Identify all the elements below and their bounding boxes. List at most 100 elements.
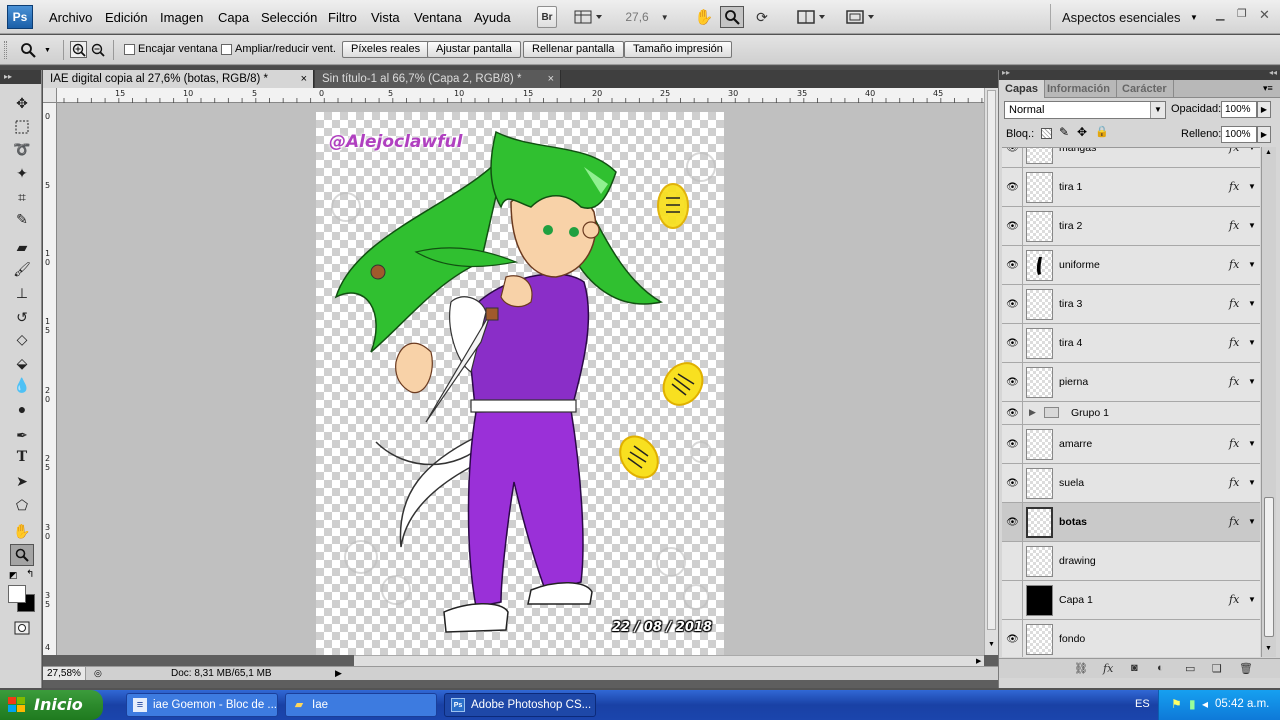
menu-imagen[interactable]: Imagen <box>160 10 203 25</box>
checkbox-box[interactable] <box>221 43 232 55</box>
layer-row[interactable]: 👁 tira 1 fx ▼ <box>1002 168 1260 207</box>
fx-icon[interactable]: fx <box>1229 476 1239 489</box>
history-brush-tool[interactable]: ↺ <box>10 306 34 328</box>
menu-edicion[interactable]: Edición <box>105 10 148 25</box>
trash-icon[interactable]: 🗑 <box>1239 662 1253 675</box>
chevron-down-icon[interactable]: ▼ <box>1248 148 1256 152</box>
fx-icon[interactable]: fx <box>1229 375 1239 388</box>
brush-tool[interactable]: 🖌 <box>10 258 34 280</box>
layer-row[interactable]: Capa 1 fx ▼ <box>1002 581 1260 620</box>
default-colors-icon[interactable]: ◩ <box>9 570 18 581</box>
restore-icon[interactable]: ❐ <box>1237 7 1247 20</box>
move-tool[interactable]: ✥ <box>10 92 34 114</box>
lock-pixels-brush-icon[interactable]: ✎ <box>1059 125 1069 139</box>
horizontal-ruler[interactable]: 15 10 5 0 5 10 15 20 25 30 35 40 45 <box>57 88 984 103</box>
taskbar-item-photoshop[interactable]: Ps Adobe Photoshop CS... <box>444 693 596 717</box>
fx-icon[interactable]: fx <box>1229 297 1239 310</box>
scroll-down-icon[interactable]: ▼ <box>988 641 995 648</box>
screen-mode-button[interactable] <box>842 6 878 28</box>
minimize-icon[interactable]: ▁ <box>1216 8 1224 21</box>
crop-tool[interactable]: ⌗ <box>10 186 34 208</box>
layer-name[interactable]: botas <box>1059 516 1087 528</box>
scroll-up-icon[interactable]: ▲ <box>1265 149 1272 156</box>
fx-icon[interactable]: fx <box>1229 515 1239 528</box>
tamano-impresion-button[interactable]: Tamaño impresión <box>624 41 732 58</box>
close-icon[interactable]: × <box>548 70 554 88</box>
vertical-scrollbar[interactable]: ▼ <box>984 88 998 655</box>
dodge-tool[interactable]: ● <box>10 398 34 420</box>
layer-name[interactable]: Capa 1 <box>1059 594 1093 606</box>
chevron-down-icon[interactable]: ▼ <box>1248 439 1256 448</box>
layers-scrollbar[interactable]: ▲ ▼ <box>1261 147 1276 657</box>
eye-icon[interactable]: 👁 <box>1003 620 1023 657</box>
hand-tool[interactable]: ✋ <box>10 520 34 542</box>
opacity-slider-arrow[interactable]: ▶ <box>1257 101 1271 118</box>
type-tool[interactable]: T <box>10 446 34 468</box>
new-group-folder-icon[interactable]: ▭ <box>1185 662 1195 675</box>
collapse-panels-icon[interactable]: ◂◂ <box>1269 68 1277 77</box>
chevron-down-icon[interactable]: ▼ <box>1248 338 1256 347</box>
expand-triangle-icon[interactable]: ▶ <box>1029 407 1036 418</box>
healing-brush-tool[interactable]: ▰ <box>10 236 34 258</box>
layer-name[interactable]: pierna <box>1059 376 1088 388</box>
tab-capas[interactable]: Capas <box>999 80 1046 98</box>
hidden-eye-slot[interactable] <box>1003 581 1023 619</box>
taskbar-item-folder[interactable]: ▰ Iae <box>285 693 437 717</box>
clock[interactable]: 05:42 a.m. <box>1215 698 1269 710</box>
layer-row[interactable]: 👁 pierna fx ▼ <box>1002 363 1260 402</box>
foreground-color-swatch[interactable] <box>8 585 26 603</box>
pasteboard[interactable]: @Alejoclawful 22 / 08 / 2018 <box>57 103 984 655</box>
fill-input[interactable]: 100% <box>1221 126 1257 143</box>
menu-ventana[interactable]: Ventana <box>414 10 462 25</box>
eraser-tool[interactable]: ◇ <box>10 328 34 350</box>
menu-vista[interactable]: Vista <box>371 10 400 25</box>
menu-archivo[interactable]: Archivo <box>49 10 92 25</box>
checkbox-box[interactable] <box>124 43 135 55</box>
layer-name[interactable]: suela <box>1059 477 1084 489</box>
group-name[interactable]: Grupo 1 <box>1071 407 1109 419</box>
ampliar-reducir-checkbox[interactable]: Ampliar/reducir vent. <box>221 43 336 55</box>
magic-wand-tool[interactable]: ✦ <box>10 162 34 184</box>
zoom-level-dropdown[interactable]: 27,6 ▼ <box>622 6 672 28</box>
fx-icon[interactable]: fx <box>1229 180 1239 193</box>
network-icon[interactable]: ⚑ <box>1171 697 1182 711</box>
layer-row[interactable]: 👁 mangas fx ▼ <box>1002 148 1260 168</box>
safely-remove-icon[interactable]: ◂ <box>1202 697 1208 711</box>
zoom-out-button[interactable] <box>89 41 106 58</box>
close-icon[interactable]: × <box>301 70 307 88</box>
layer-row[interactable]: 👁 tira 3 fx ▼ <box>1002 285 1260 324</box>
layer-name[interactable]: mangas <box>1059 148 1096 154</box>
eye-icon[interactable]: 👁 <box>1003 285 1023 323</box>
blend-mode-select[interactable]: Normal ▼ <box>1004 101 1166 119</box>
close-icon[interactable]: ✕ <box>1259 7 1270 23</box>
scroll-thumb[interactable] <box>1264 497 1274 637</box>
shape-tool[interactable]: ⬠ <box>10 494 34 516</box>
eyedropper-tool[interactable]: ✎ <box>10 208 34 230</box>
opacity-input[interactable]: 100% <box>1221 101 1257 118</box>
layer-name[interactable]: amarre <box>1059 438 1092 450</box>
layer-group-row[interactable]: 👁 ▶ Grupo 1 <box>1002 402 1260 425</box>
fill-slider-arrow[interactable]: ▶ <box>1257 126 1271 143</box>
encajar-ventana-checkbox[interactable]: Encajar ventana <box>124 43 218 55</box>
pixeles-reales-button[interactable]: Píxeles reales <box>342 41 430 58</box>
scroll-down-icon[interactable]: ▼ <box>1265 645 1272 652</box>
workspace-switcher[interactable]: Aspectos esenciales <box>1062 10 1181 25</box>
layer-row[interactable]: 👁 suela fx ▼ <box>1002 464 1260 503</box>
layer-row[interactable]: 👁 uniforme fx ▼ <box>1002 246 1260 285</box>
bridge-button[interactable]: Br <box>537 6 557 28</box>
layer-name[interactable]: tira 1 <box>1059 181 1082 193</box>
layer-row[interactable]: 👁 tira 4 fx ▼ <box>1002 324 1260 363</box>
quick-mask-button[interactable] <box>12 620 32 636</box>
chevron-down-icon[interactable]: ▼ <box>1248 182 1256 191</box>
layer-row[interactable]: 👁 amarre fx ▼ <box>1002 425 1260 464</box>
eye-icon[interactable]: 👁 <box>1003 402 1023 424</box>
scroll-track[interactable] <box>987 90 996 630</box>
chevron-down-icon[interactable]: ▼ <box>1248 595 1256 604</box>
swap-colors-icon[interactable]: ↰ <box>26 569 34 580</box>
start-button[interactable]: Inicio <box>0 690 103 720</box>
menu-capa[interactable]: Capa <box>218 10 249 25</box>
new-layer-icon[interactable]: ❑ <box>1212 662 1222 675</box>
rellenar-pantalla-button[interactable]: Rellenar pantalla <box>523 41 624 58</box>
language-indicator[interactable]: ES <box>1135 698 1150 710</box>
layer-row[interactable]: 👁 tira 2 fx ▼ <box>1002 207 1260 246</box>
